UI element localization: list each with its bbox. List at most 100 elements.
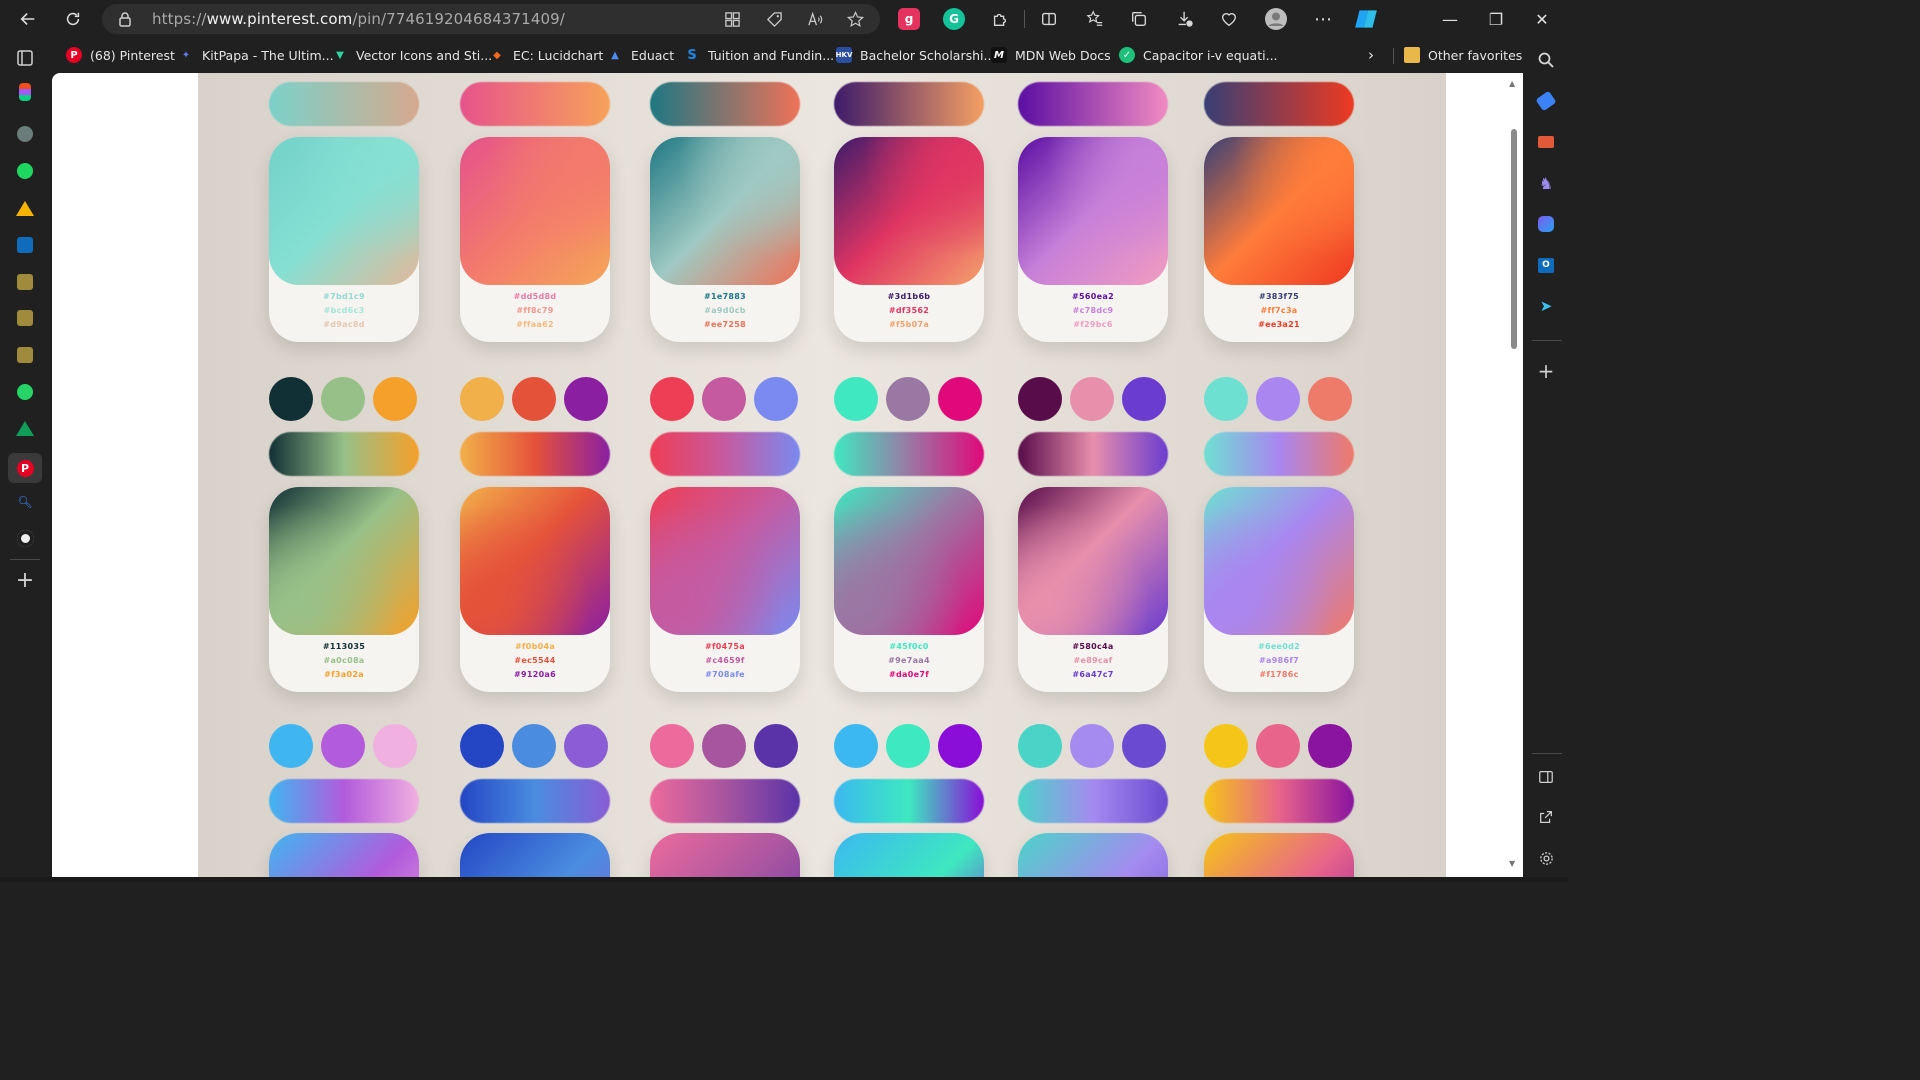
url-text[interactable]: https://www.pinterest.com/pin/7746192046…: [152, 10, 565, 28]
split-screen-button[interactable]: [1034, 4, 1064, 34]
extensions-button[interactable]: [985, 4, 1015, 34]
copilot-button[interactable]: [1351, 4, 1381, 34]
other-favorites-label: Other favorites: [1428, 47, 1523, 63]
shopping-tag-button[interactable]: [764, 9, 784, 29]
split-screen-icon: [1042, 12, 1056, 26]
gradient-swatch: [269, 137, 419, 285]
color-dot: [1018, 724, 1062, 768]
settings-more-button[interactable]: ⋯: [1308, 4, 1338, 34]
page-scrollbar[interactable]: ▲ ▼: [1507, 79, 1519, 871]
tab-folder-3[interactable]: [13, 343, 37, 367]
favorite-eduact[interactable]: ▲ Eduact: [607, 46, 674, 64]
hide-sidebar-button[interactable]: [1535, 766, 1557, 788]
eduact-icon: ▲: [611, 49, 619, 61]
address-bar[interactable]: https://www.pinterest.com/pin/7746192046…: [102, 4, 880, 34]
sidebar-search-button[interactable]: [1535, 49, 1557, 71]
favorite-label: Bachelor Scholarshi...: [860, 47, 996, 63]
outlook-icon: O: [1538, 257, 1554, 273]
tab-favicon-icon: [17, 126, 33, 142]
palette-hex-code: #f0b04a: [514, 642, 556, 651]
sidebar-settings-button[interactable]: [1535, 847, 1557, 869]
favorite-capacitor[interactable]: ✓ Capacitor i-v equati...: [1119, 46, 1278, 64]
tab-whatsapp[interactable]: [13, 380, 37, 404]
sidebar-divider: [1532, 753, 1562, 754]
gradient-chip: [650, 82, 800, 126]
favorite-label: Capacitor i-v equati...: [1143, 47, 1278, 63]
favorite-kitpapa[interactable]: ✦ KitPapa - The Ultim...: [178, 46, 334, 64]
palette-card: [460, 833, 610, 877]
close-button[interactable]: ✕: [1520, 4, 1564, 34]
color-dot: [321, 377, 365, 421]
sidebar-divider: [10, 559, 40, 560]
tab-pinterest-active[interactable]: P: [8, 453, 42, 483]
grammarly-extension-icon[interactable]: G: [943, 8, 965, 30]
favorites-button[interactable]: [1080, 4, 1110, 34]
browser-essentials-button[interactable]: [1214, 4, 1244, 34]
restore-button[interactable]: ❐: [1474, 4, 1518, 34]
favorite-lucidchart[interactable]: ◆ EC: Lucidchart: [489, 46, 603, 64]
other-favorites-folder[interactable]: Other favorites: [1404, 46, 1522, 64]
tab-actions-button[interactable]: [13, 46, 37, 70]
favorite-bachelor-scholarship[interactable]: HKV Bachelor Scholarshi...: [836, 46, 995, 64]
favorites-overflow-button[interactable]: ›: [1368, 46, 1374, 64]
color-dot: [564, 377, 608, 421]
gradient-swatch: [269, 833, 419, 877]
favorite-star-button[interactable]: [845, 9, 865, 29]
sidebar-send-button[interactable]: ➤: [1535, 295, 1557, 317]
tab-google-drive-1[interactable]: [13, 196, 37, 220]
profile-button[interactable]: [1261, 4, 1291, 34]
tab-outlook[interactable]: [13, 233, 37, 257]
color-dot: [373, 377, 417, 421]
kitpapa-icon: ✦: [181, 49, 191, 61]
tab-google-drive-2[interactable]: [13, 416, 37, 440]
palette-hex-code: #6ee0d2: [1257, 642, 1301, 651]
url-prefix: https://: [152, 10, 207, 28]
sidebar-games-button[interactable]: ♞: [1535, 172, 1557, 194]
ghostery-extension-icon[interactable]: g: [898, 8, 920, 30]
scrollbar-thumb[interactable]: [1511, 129, 1517, 349]
color-dot: [1070, 377, 1114, 421]
tab-figma[interactable]: [13, 80, 37, 104]
palette-hex-code: #708afe: [705, 670, 745, 679]
sidebar-shopping-button[interactable]: [1535, 90, 1557, 112]
color-dot: [1256, 377, 1300, 421]
scroll-down-arrow-icon[interactable]: ▼: [1509, 859, 1515, 868]
sidebar-office-button[interactable]: [1535, 213, 1557, 235]
tab-github[interactable]: [13, 526, 37, 550]
open-in-window-button[interactable]: [1535, 806, 1557, 828]
color-dot: [650, 724, 694, 768]
palette-hex-code: #c4659f: [705, 656, 745, 665]
sidebar-add-button[interactable]: +: [1535, 359, 1557, 383]
favorite-pinterest[interactable]: P (68) Pinterest: [66, 46, 175, 64]
palette-card: [1204, 833, 1354, 877]
new-tab-button[interactable]: +: [13, 568, 37, 593]
refresh-button[interactable]: [58, 4, 88, 34]
back-button[interactable]: [13, 4, 43, 34]
favorite-tuition[interactable]: S Tuition and Fundin...: [684, 46, 834, 64]
favorite-vector-icons[interactable]: ▼ Vector Icons and Sti...: [332, 46, 492, 64]
sidebar-tools-button[interactable]: [1535, 131, 1557, 153]
tab-spotify[interactable]: [13, 159, 37, 183]
read-aloud-button[interactable]: [805, 9, 825, 29]
pin-image-gradient-palettes[interactable]: #7bd1c9 #bcd6c3 #d9ac8d #dd5d8d #ff8c79 #ffaa…: [198, 73, 1446, 877]
tab-folder-1[interactable]: [13, 270, 37, 294]
palette-hex-code: #6a47c7: [1072, 670, 1114, 679]
gradient-chip: [834, 82, 984, 126]
color-dot: [754, 377, 798, 421]
tab-folder-2[interactable]: [13, 306, 37, 330]
sidebar-outlook-button[interactable]: O: [1535, 254, 1557, 276]
toolbar-divider: [1024, 10, 1025, 28]
gradient-chip: [1204, 432, 1354, 476]
downloads-button[interactable]: [1170, 4, 1200, 34]
favorite-mdn[interactable]: M MDN Web Docs: [991, 46, 1111, 64]
app-available-button[interactable]: [722, 9, 742, 29]
tab-search[interactable]: 🔍︎: [13, 490, 37, 514]
scroll-up-arrow-icon[interactable]: ▲: [1509, 79, 1515, 88]
color-dot: [460, 724, 504, 768]
collections-button[interactable]: [1124, 4, 1154, 34]
color-dot: [834, 377, 878, 421]
minimize-button[interactable]: —: [1428, 4, 1472, 34]
apps-grid-icon: [724, 11, 740, 27]
tab-generic-1[interactable]: [13, 122, 37, 146]
sidebar-divider: [1532, 340, 1562, 341]
